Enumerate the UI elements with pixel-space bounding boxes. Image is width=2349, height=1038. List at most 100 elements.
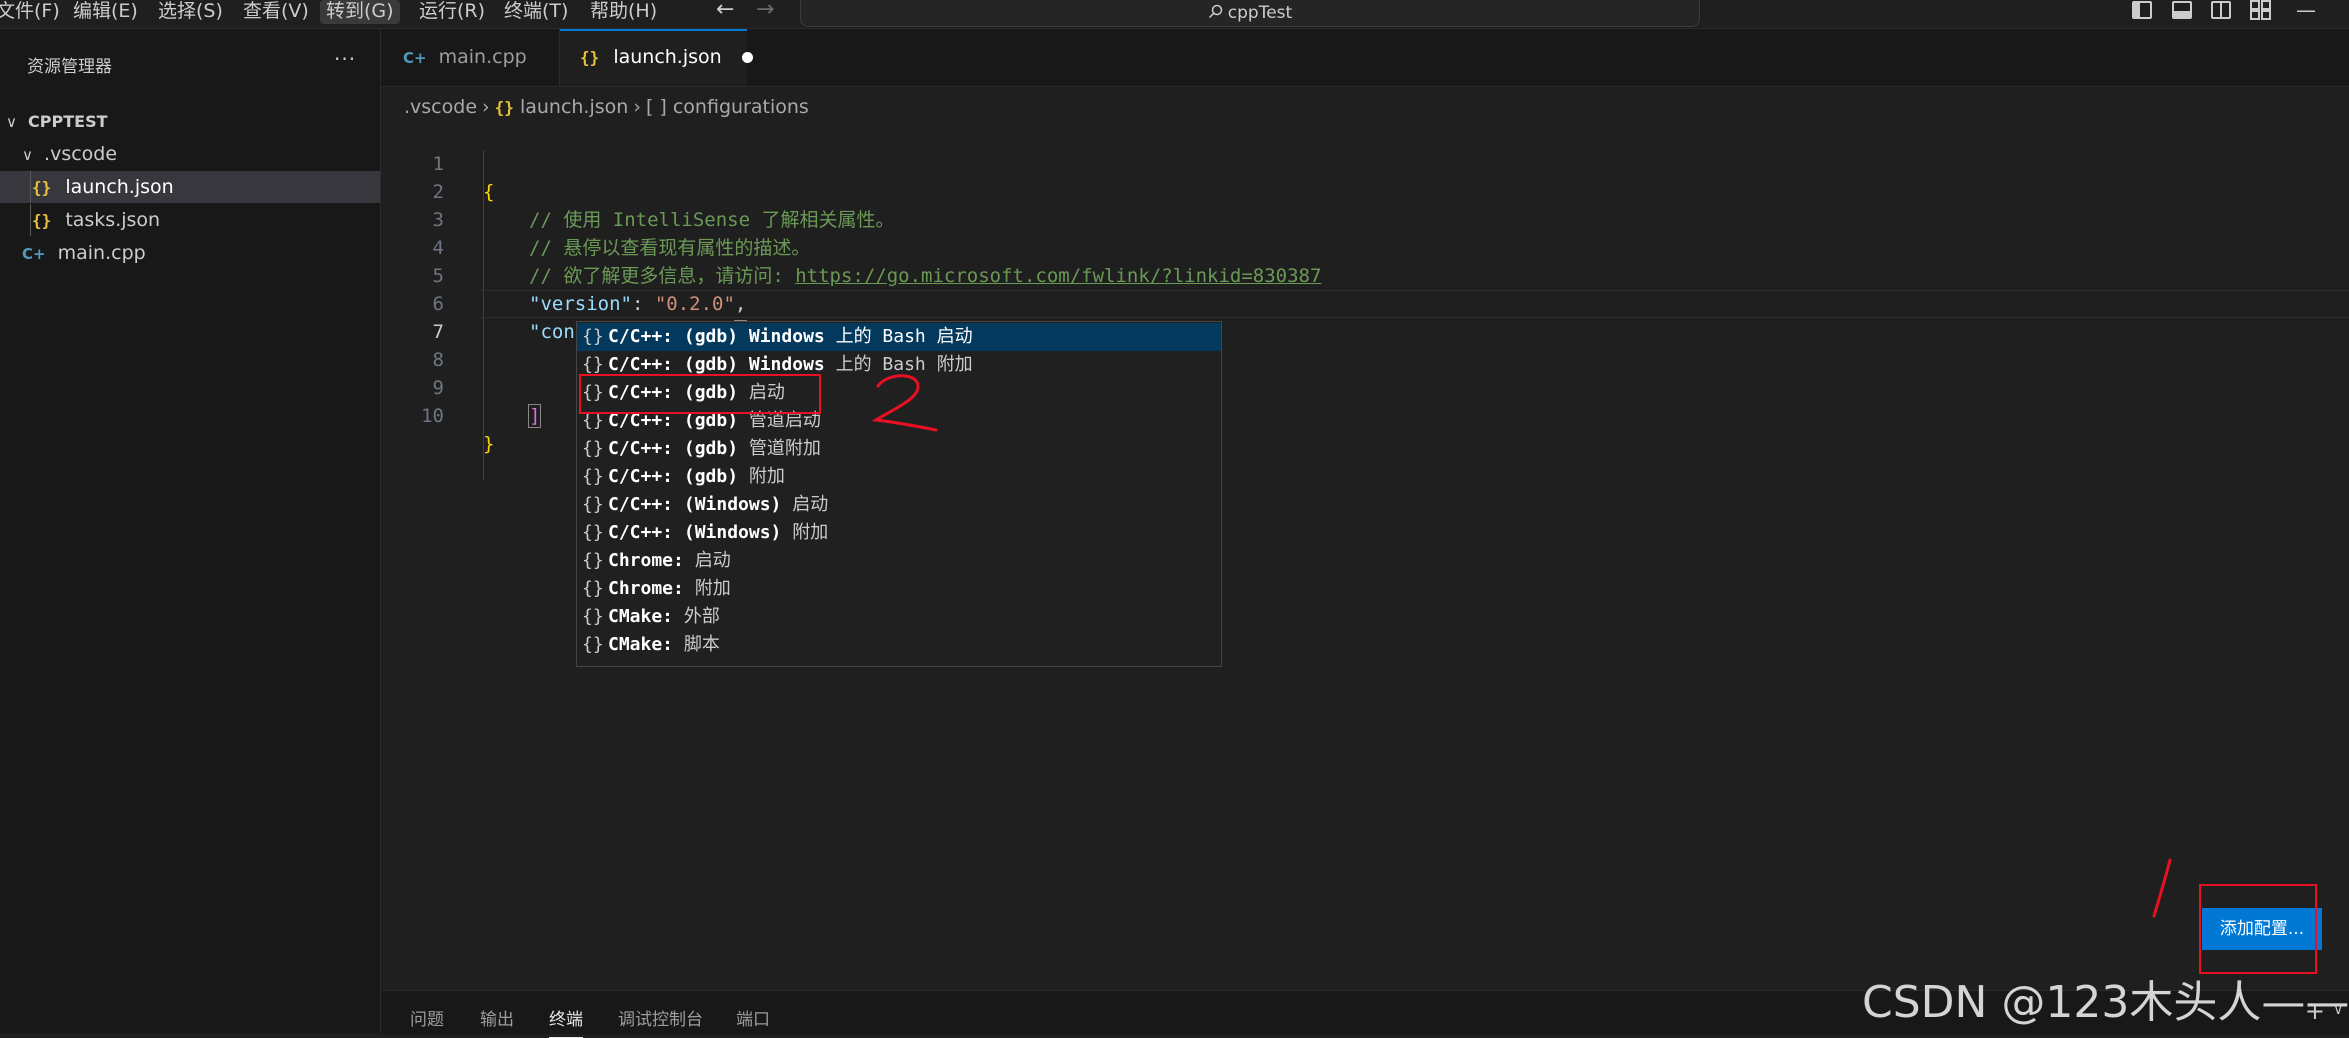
forward-arrow-icon[interactable]: → xyxy=(756,0,774,21)
file-label: launch.json xyxy=(65,176,174,198)
menu-edit[interactable]: 编辑(E) xyxy=(67,0,144,24)
code-line: 4 // 欲了解更多信息，请访问: https://go.microsoft.c… xyxy=(381,206,2349,287)
code-line: 2 // 使用 IntelliSense 了解相关属性。 xyxy=(381,150,2349,231)
panel-tab-terminal[interactable]: 终端 xyxy=(549,1005,583,1038)
snippet-icon: {} xyxy=(582,578,604,599)
snippet-icon: {} xyxy=(582,606,604,627)
snippet-icon: {} xyxy=(582,550,604,571)
code-line: 1 { xyxy=(381,122,2349,203)
menu-file[interactable]: 文件(F) xyxy=(0,0,66,24)
suggestion-label: Chrome: xyxy=(608,550,684,571)
watermark: CSDN @123木头人—— xyxy=(1862,977,2349,1028)
suggestion-item[interactable]: {} Chrome: 附加 xyxy=(577,575,1221,603)
snippet-icon: {} xyxy=(582,466,604,487)
suggestion-label: CMake: xyxy=(608,606,674,627)
tab-main-cpp[interactable]: C+ main.cpp xyxy=(381,29,560,86)
suggestion-label: C/C++: (Windows) xyxy=(608,522,782,543)
suggestion-label: C/C++: (gdb) Windows xyxy=(608,354,825,375)
breadcrumb-symbol[interactable]: configurations xyxy=(673,96,809,118)
snippet-icon: {} xyxy=(582,634,604,655)
panel-tab-output[interactable]: 输出 xyxy=(480,1005,514,1030)
toggle-panel-icon[interactable] xyxy=(2172,1,2192,19)
title-bar: 文件(F) 编辑(E) 选择(S) 查看(V) 转到(G) 运行(R) 终端(T… xyxy=(0,0,2349,29)
editor-tab-bar: C+ main.cpp {} launch.json xyxy=(381,29,2349,87)
file-label: tasks.json xyxy=(65,209,161,231)
array-symbol-icon: [ ] xyxy=(645,96,667,118)
suggestion-detail: 附加 xyxy=(683,578,731,599)
code-line: 7 xyxy=(381,290,2349,343)
suggestion-item[interactable]: {} C/C++: (gdb) Windows 上的 Bash 启动 xyxy=(577,323,1221,351)
customize-layout-icon[interactable] xyxy=(2250,0,2272,20)
panel-tab-ports[interactable]: 端口 xyxy=(736,1005,770,1030)
folder-label: .vscode xyxy=(44,143,118,165)
minimize-icon[interactable]: — xyxy=(2296,0,2316,20)
workspace-name: cppTest xyxy=(1227,3,1293,23)
suggestion-detail: 外部 xyxy=(673,606,720,627)
tree-project-root[interactable]: ∨ CPPTEST xyxy=(0,105,380,137)
breadcrumb: .vscode ›{} launch.json ›[ ] configuration… xyxy=(404,93,809,121)
suggestion-item[interactable]: {} C/C++: (Windows) 附加 xyxy=(577,519,1221,547)
line-number: 10 xyxy=(421,405,444,427)
back-arrow-icon[interactable]: ← xyxy=(716,0,734,21)
annotation-mark-2 xyxy=(871,374,938,432)
suggestion-item[interactable]: {} C/C++: (gdb) 管道附加 xyxy=(577,435,1221,463)
suggestion-detail: 启动 xyxy=(781,494,829,515)
unsaved-dot-icon[interactable] xyxy=(741,52,753,63)
suggestion-label: CMake: xyxy=(608,634,674,655)
chevron-right-icon: › xyxy=(633,96,641,118)
chevron-down-icon: ∨ xyxy=(22,146,33,164)
suggestion-label: C/C++: (Windows) xyxy=(608,494,782,515)
menu-view[interactable]: 查看(V) xyxy=(237,0,315,24)
chevron-right-icon: › xyxy=(482,96,490,118)
tree-file-tasks[interactable]: {} tasks.json xyxy=(0,204,380,236)
json-file-icon: {} xyxy=(580,48,600,67)
json-file-icon: {} xyxy=(494,98,514,117)
snippet-icon: {} xyxy=(582,438,604,459)
snippet-icon: {} xyxy=(582,522,604,543)
suggestion-item[interactable]: {} C/C++: (Windows) 启动 xyxy=(577,491,1221,519)
tab-launch-json[interactable]: {} launch.json xyxy=(560,29,753,86)
json-file-icon: {} xyxy=(32,211,52,230)
suggestion-item[interactable]: {} CMake: 外部 xyxy=(577,603,1221,631)
indent-guide xyxy=(30,204,31,236)
annotation-box-2 xyxy=(579,374,821,414)
more-actions-icon[interactable]: ··· xyxy=(334,47,356,71)
panel-tab-debug-console[interactable]: 调试控制台 xyxy=(618,1005,703,1030)
snippet-icon: {} xyxy=(582,494,604,515)
suggestion-item[interactable]: {} CMake: 脚本 xyxy=(577,631,1221,659)
menu-terminal[interactable]: 终端(T) xyxy=(498,0,574,24)
suggestion-detail: 附加 xyxy=(781,522,829,543)
suggestion-detail: 管道附加 xyxy=(738,438,821,459)
menu-selection[interactable]: 选择(S) xyxy=(152,0,229,24)
tree-folder-vscode[interactable]: ∨ .vscode xyxy=(0,138,380,170)
code-token: } xyxy=(483,433,495,455)
command-center-search[interactable]: cppTest xyxy=(800,0,1700,27)
code-token: ] xyxy=(527,404,542,428)
breadcrumb-folder[interactable]: .vscode xyxy=(404,96,477,118)
explorer-title: 资源管理器 xyxy=(27,57,112,77)
file-label: main.cpp xyxy=(57,242,146,264)
suggestion-detail: 上的 Bash 启动 xyxy=(824,326,973,347)
suggestion-detail: 附加 xyxy=(738,466,785,487)
tree-file-main[interactable]: C+ main.cpp xyxy=(0,237,380,269)
suggestion-detail: 启动 xyxy=(683,550,731,571)
suggestion-label: C/C++: (gdb) xyxy=(608,466,739,487)
toggle-primary-sidebar-icon[interactable] xyxy=(2132,1,2152,19)
tree-file-launch[interactable]: {} launch.json xyxy=(0,171,380,203)
code-line: 5 "version": "0.2.0", xyxy=(381,234,2349,315)
tab-label: main.cpp xyxy=(438,46,527,68)
suggestion-item[interactable]: {} C/C++: (gdb) 附加 xyxy=(577,463,1221,491)
code-line: 3 // 悬停以查看现有属性的描述。 xyxy=(381,178,2349,259)
suggestion-item[interactable]: {} Chrome: 启动 xyxy=(577,547,1221,575)
project-name: CPPTEST xyxy=(28,112,108,131)
command-center-label: cppTest xyxy=(801,3,1699,23)
toggle-secondary-sidebar-icon[interactable] xyxy=(2211,1,2231,19)
menu-help[interactable]: 帮助(H) xyxy=(584,0,663,24)
indent-guide xyxy=(30,171,31,203)
suggestion-detail: 脚本 xyxy=(673,634,720,655)
breadcrumb-file[interactable]: launch.json xyxy=(520,96,628,118)
annotation-mark-1 xyxy=(2152,858,2172,918)
menu-goto[interactable]: 转到(G) xyxy=(320,0,400,24)
menu-run[interactable]: 运行(R) xyxy=(413,0,491,24)
panel-tab-problems[interactable]: 问题 xyxy=(410,1005,444,1030)
